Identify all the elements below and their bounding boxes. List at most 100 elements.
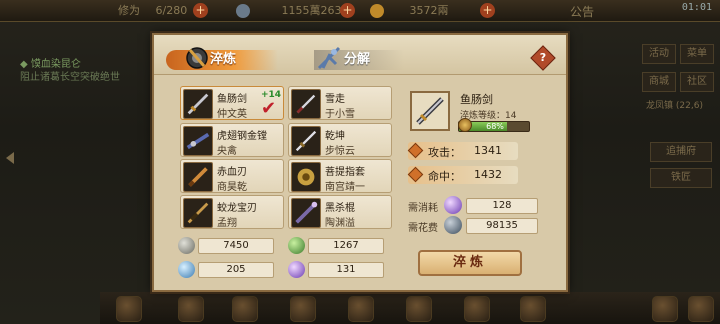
weapon-name: 菩提指套 xyxy=(325,167,365,178)
selected-check-icon: ✔ xyxy=(261,98,277,119)
power-value: 6/280 xyxy=(155,4,188,17)
announcement-button[interactable]: 公告 xyxy=(570,3,594,20)
location-name: 龙凤镇 xyxy=(646,101,674,111)
clock: 01:01 xyxy=(681,2,712,13)
weapon-name: 乾坤 xyxy=(325,131,345,142)
coin-icon xyxy=(444,216,462,234)
tab-decompose[interactable]: 分解 xyxy=(314,46,404,70)
gold-value: 3572兩 xyxy=(409,4,449,17)
bottom-icon-skills[interactable] xyxy=(290,296,316,322)
menu-blacksmith[interactable]: 铁匠 xyxy=(650,168,712,188)
finger-guard-icon xyxy=(291,162,321,192)
copper-icon xyxy=(236,4,250,18)
add-power-button[interactable]: + xyxy=(193,3,208,18)
add-copper-button[interactable]: + xyxy=(340,3,355,18)
gold-display: 3572兩 xyxy=(370,3,449,19)
cost-value: 98135 xyxy=(466,218,538,234)
selected-weapon-icon xyxy=(410,91,450,131)
weapon-owner: 商昊乾 xyxy=(217,182,247,193)
copper-display: 1155萬263文 xyxy=(236,3,353,19)
add-gold-button[interactable]: + xyxy=(480,3,495,18)
help-button[interactable]: ? xyxy=(530,45,556,71)
weapon-item[interactable]: 虎翅钢金镗 央禽 xyxy=(180,123,284,157)
tab-bar: 淬炼 分解 ? xyxy=(154,35,566,75)
weapon-owner: 步惊云 xyxy=(325,146,355,157)
forge-button[interactable]: 淬炼 xyxy=(418,250,522,276)
weapon-item[interactable]: 雪走 于小雪 xyxy=(288,86,392,120)
weapon-name: 鱼肠剑 xyxy=(217,94,247,105)
sword-icon xyxy=(183,89,213,119)
katana-icon xyxy=(291,89,321,119)
collapse-left-arrow-icon[interactable] xyxy=(6,152,14,164)
weapon-item[interactable]: 赤血刃 商昊乾 xyxy=(180,159,284,193)
stat-accuracy: 命中： 1432 xyxy=(407,166,518,184)
weapon-name: 赤血刃 xyxy=(217,167,247,178)
bottom-icon-settings[interactable] xyxy=(520,296,546,322)
cost-label: 需花费 xyxy=(408,223,438,234)
silver-stone-icon xyxy=(178,237,195,254)
stat-value: 1432 xyxy=(474,168,502,181)
shatter-icon xyxy=(317,46,341,70)
quest-title: ◆ 馍血染昆仑 xyxy=(20,59,81,70)
resource-value: 1267 xyxy=(308,238,384,254)
bottom-icon-map[interactable] xyxy=(178,296,204,322)
weapon-owner: 仲文英 xyxy=(217,109,247,120)
quest-tracker[interactable]: ◆ 馍血染昆仑 阻止诸葛长空突破绝世 xyxy=(20,58,140,84)
tab-decompose-label: 分解 xyxy=(344,52,371,67)
resource-value: 131 xyxy=(308,262,384,278)
cost-value: 128 xyxy=(466,198,538,214)
resource-value: 205 xyxy=(198,262,274,278)
location-label: 龙凤镇 (22,6) xyxy=(646,98,703,111)
bottom-icon-team[interactable] xyxy=(348,296,374,322)
weapon-owner: 南宫靖一 xyxy=(325,182,365,193)
long-sword-icon xyxy=(291,126,321,156)
menu-main[interactable]: 菜单 xyxy=(680,44,714,64)
bottom-icon-mail[interactable] xyxy=(464,296,490,322)
blade-icon xyxy=(183,162,213,192)
stat-value: 1341 xyxy=(474,144,502,157)
weapon-item[interactable]: 鱼肠剑 仲文英 +14 ✔ xyxy=(180,86,284,120)
weapon-owner: 陶渊溢 xyxy=(325,218,355,229)
anvil-icon xyxy=(186,47,208,69)
bottom-icon-character[interactable] xyxy=(116,296,142,322)
quest-desc: 阻止诸葛长空突破绝世 xyxy=(20,72,120,83)
weapon-item[interactable]: 乾坤 步惊云 xyxy=(288,123,392,157)
stat-label: 命中： xyxy=(428,170,461,183)
menu-activity[interactable]: 活动 xyxy=(642,44,676,64)
staff-icon xyxy=(291,198,321,228)
weapon-name: 黑杀棍 xyxy=(325,203,355,214)
top-bar: 修为 6/280 + 1155萬263文 + 3572兩 + 公告 01:01 xyxy=(0,0,720,22)
weapon-item[interactable]: 黑杀棍 陶渊溢 xyxy=(288,195,392,229)
weapon-item[interactable]: 菩提指套 南宫靖一 xyxy=(288,159,392,193)
weapon-owner: 央禽 xyxy=(217,146,237,157)
bottom-icon-bag[interactable] xyxy=(232,296,258,322)
menu-community[interactable]: 社区 xyxy=(680,72,714,92)
stat-label: 攻击： xyxy=(428,146,461,159)
weapon-owner: 于小雪 xyxy=(325,109,355,120)
cost-label: 需消耗 xyxy=(408,203,438,214)
weapon-name: 蛟龙宝刃 xyxy=(217,203,257,214)
stat-attack: 攻击： 1341 xyxy=(407,142,518,160)
resource-value: 7450 xyxy=(198,238,274,254)
bottom-icon-chat[interactable] xyxy=(652,296,678,322)
diamond-icon xyxy=(407,166,424,183)
forge-level-icon xyxy=(458,118,472,132)
weapon-item[interactable]: 蛟龙宝刃 孟翔 xyxy=(180,195,284,229)
blue-crystal-icon xyxy=(178,261,195,278)
dagger-icon xyxy=(183,198,213,228)
purple-crystal-icon xyxy=(288,261,305,278)
diamond-icon xyxy=(407,142,424,159)
weapon-owner: 孟翔 xyxy=(217,218,237,229)
weapon-name: 虎翅钢金镗 xyxy=(217,131,267,142)
bottom-icon-friends[interactable] xyxy=(688,296,714,322)
location-coords: (22,6) xyxy=(675,101,703,111)
bottom-icon-guild[interactable] xyxy=(406,296,432,322)
power-label: 修为 xyxy=(118,4,140,17)
tab-forge[interactable]: 淬炼 xyxy=(166,47,278,70)
selected-weapon-name: 鱼肠剑 xyxy=(460,93,493,106)
tab-forge-label: 淬炼 xyxy=(210,52,237,67)
help-icon: ? xyxy=(539,51,547,64)
menu-bounty-office[interactable]: 追捕府 xyxy=(650,142,712,162)
jade-stone-icon xyxy=(288,237,305,254)
menu-shop[interactable]: 商城 xyxy=(642,72,676,92)
